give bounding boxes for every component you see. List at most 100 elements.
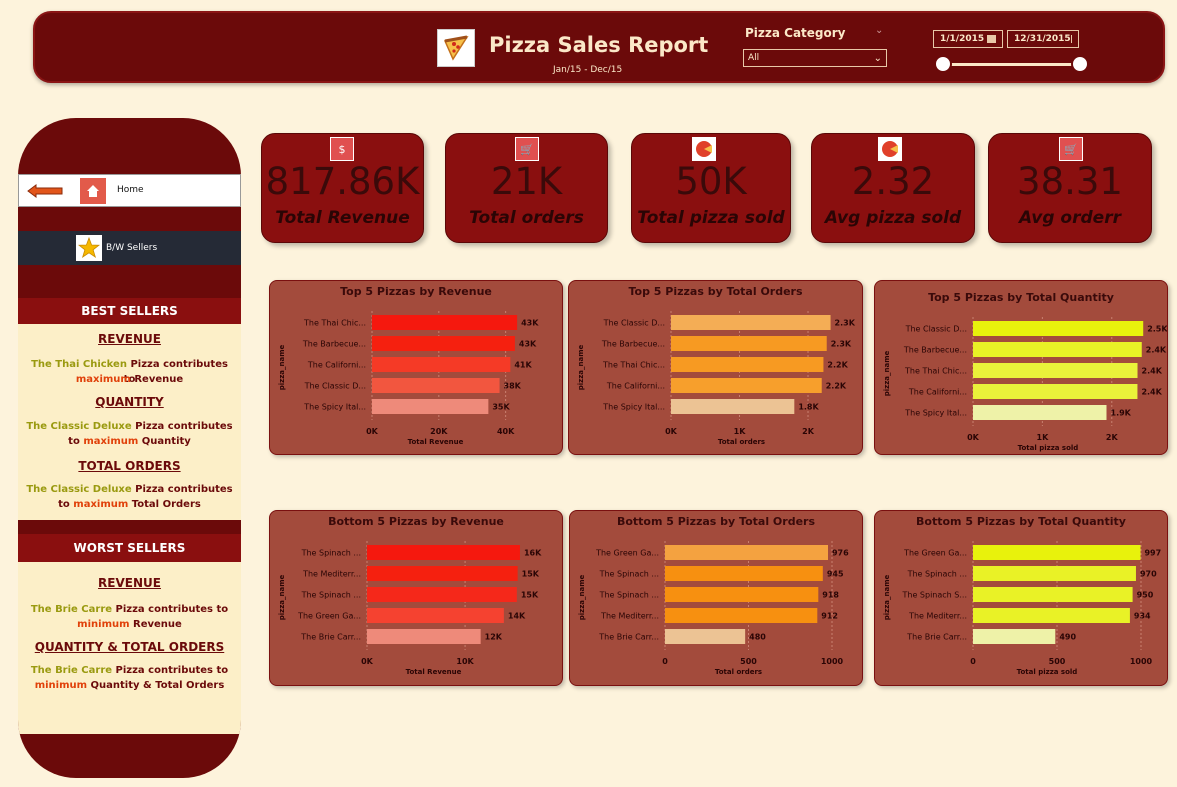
x-tick-label: 500	[740, 657, 757, 666]
x-tick-label: 0K	[665, 427, 678, 436]
best-quantity-line1: The Classic Deluxe Pizza contributes	[24, 419, 235, 434]
x-axis-label: Total pizza sold	[1017, 668, 1078, 676]
home-label: Home	[117, 185, 144, 195]
date-slider-track[interactable]	[943, 63, 1081, 66]
bar-data-label: 2.4K	[1141, 388, 1162, 397]
kpi-value: 38.31	[1017, 160, 1123, 203]
worst-sellers-panel: REVENUE The Brie Carre Pizza contributes…	[18, 562, 241, 734]
worst-revenue-line2: minimum Revenue	[24, 617, 235, 632]
bar-data-label: 2.4K	[1146, 346, 1167, 355]
worst-revenue-key: minimum	[77, 619, 130, 630]
chart-bottom5-orders: Bottom 5 Pizzas by Total Orders 0 500 1000 T…	[569, 510, 863, 686]
y-category-label: The Classic D...	[304, 382, 366, 391]
y-category-label: The Brie Carr...	[300, 633, 361, 642]
bar-data-label: 2.3K	[831, 340, 852, 349]
bar	[367, 629, 481, 644]
x-tick-label: 0K	[366, 427, 379, 436]
end-date-input[interactable]: 12/31/2015	[1007, 30, 1079, 48]
best-quantity-line1-text: Pizza contributes	[131, 421, 233, 432]
y-category-label: The Californi...	[606, 382, 665, 391]
bw-sellers-nav-button[interactable]: B/W Sellers	[18, 231, 241, 265]
bar	[367, 566, 518, 581]
date-slider-start-handle[interactable]	[934, 55, 952, 73]
chart-title: Top 5 Pizzas by Total Orders	[628, 285, 803, 298]
category-filter-label: Pizza Category	[745, 26, 846, 40]
bar	[665, 608, 818, 623]
bar-chart-svg: Bottom 5 Pizzas by Revenue 0K 10K The Spina…	[278, 515, 542, 676]
back-arrow-icon[interactable]	[27, 184, 63, 198]
chart-title: Bottom 5 Pizzas by Total Quantity	[916, 515, 1126, 528]
chart-title: Top 5 Pizzas by Revenue	[340, 285, 492, 298]
page-subtitle: Jan/15 - Dec/15	[553, 65, 623, 75]
category-dropdown-value: All	[748, 53, 760, 63]
y-category-label: The Classic D...	[603, 319, 665, 328]
chart-title: Bottom 5 Pizzas by Revenue	[328, 515, 504, 528]
bar-data-label: 41K	[514, 361, 532, 370]
start-date-input[interactable]: 1/1/2015	[933, 30, 1003, 48]
pizza-icon	[692, 137, 716, 161]
bar-data-label: 2.2K	[827, 361, 848, 370]
best-quantity-key: maximum	[83, 436, 139, 447]
bar	[973, 405, 1107, 420]
chart-title: Bottom 5 Pizzas by Total Orders	[617, 515, 816, 528]
end-date-value: 12/31/2015	[1014, 34, 1071, 44]
bar	[671, 399, 795, 414]
bar	[671, 336, 827, 351]
y-axis-label: pizza_name	[278, 344, 286, 390]
kpi-card-total-pizza-sold: 50K Total pizza sold	[631, 133, 791, 243]
date-slider-end-handle[interactable]	[1071, 55, 1089, 73]
x-tick-label: 1000	[821, 657, 844, 666]
x-axis-label: Total orders	[715, 668, 762, 676]
worst-revenue-line2-text: Revenue	[129, 619, 182, 630]
chart-bottom5-quantity: Bottom 5 Pizzas by Total Quantity 0 500 100…	[874, 510, 1168, 686]
bar-data-label: 35K	[492, 403, 510, 412]
best-orders-key: maximum	[73, 499, 129, 510]
category-dropdown[interactable]: All ⌄	[743, 49, 887, 67]
y-axis-label: pizza_name	[883, 350, 891, 396]
calendar-icon[interactable]	[1070, 35, 1072, 43]
bar-data-label: 2.2K	[826, 382, 847, 391]
x-tick-label: 0K	[967, 433, 980, 442]
bar	[671, 378, 822, 393]
chevron-down-icon[interactable]: ⌄	[875, 25, 883, 36]
bar-chart-svg: Top 5 Pizzas by Revenue 0K 20K 40K The Thai …	[278, 285, 539, 446]
calendar-icon[interactable]	[987, 35, 996, 43]
bar	[665, 629, 746, 644]
x-tick-label: 20K	[430, 427, 448, 436]
x-tick-label: 1000	[1130, 657, 1153, 666]
home-nav-button[interactable]: Home	[18, 174, 241, 207]
bar	[973, 629, 1056, 644]
worst-revenue-pizza-name: The Brie Carre	[30, 604, 113, 615]
kpi-card-avg-order: 🛒 38.31 Avg orderr	[988, 133, 1152, 243]
x-axis-label: Total pizza sold	[1018, 444, 1079, 452]
bar	[973, 608, 1130, 623]
x-tick-label: 1K	[1037, 433, 1050, 442]
y-category-label: The Classic D...	[905, 325, 967, 334]
bar-data-label: 970	[1140, 570, 1157, 579]
y-axis-label: pizza_name	[577, 344, 585, 390]
chevron-down-icon: ⌄	[873, 52, 882, 64]
y-category-label: The Thai Chic...	[602, 361, 665, 370]
y-axis-label: pizza_name	[883, 574, 891, 620]
best-orders-title: TOTAL ORDERS	[78, 459, 181, 473]
kpi-label: Avg orderr	[1019, 208, 1121, 228]
bar-data-label: 1.8K	[798, 403, 819, 412]
y-category-label: The Spinach ...	[301, 591, 361, 600]
bar-data-label: 43K	[519, 340, 537, 349]
bar-data-label: 38K	[504, 382, 522, 391]
bar	[367, 608, 504, 623]
chart-top5-orders: Top 5 Pizzas by Total Orders 0K 1K 2K The Cl…	[568, 280, 863, 455]
y-category-label: The Spinach ...	[907, 570, 967, 579]
best-revenue-pizza-name: The Thai Chicken	[31, 359, 127, 370]
bar-chart-svg: Bottom 5 Pizzas by Total Orders 0 500 1000 T…	[578, 515, 849, 676]
kpi-label: Total orders	[469, 208, 584, 228]
bar-data-label: 14K	[508, 612, 526, 621]
bar-data-label: 480	[749, 633, 766, 642]
y-category-label: The Mediterr...	[302, 570, 361, 579]
x-tick-label: 500	[1049, 657, 1066, 666]
y-category-label: The Brie Carr...	[906, 633, 967, 642]
worst-sellers-heading: WORST SELLERS	[18, 534, 241, 562]
bar	[671, 315, 831, 330]
kpi-card-avg-pizza-sold: 2.32 Avg pizza sold	[811, 133, 975, 243]
bar-data-label: 12K	[485, 633, 503, 642]
